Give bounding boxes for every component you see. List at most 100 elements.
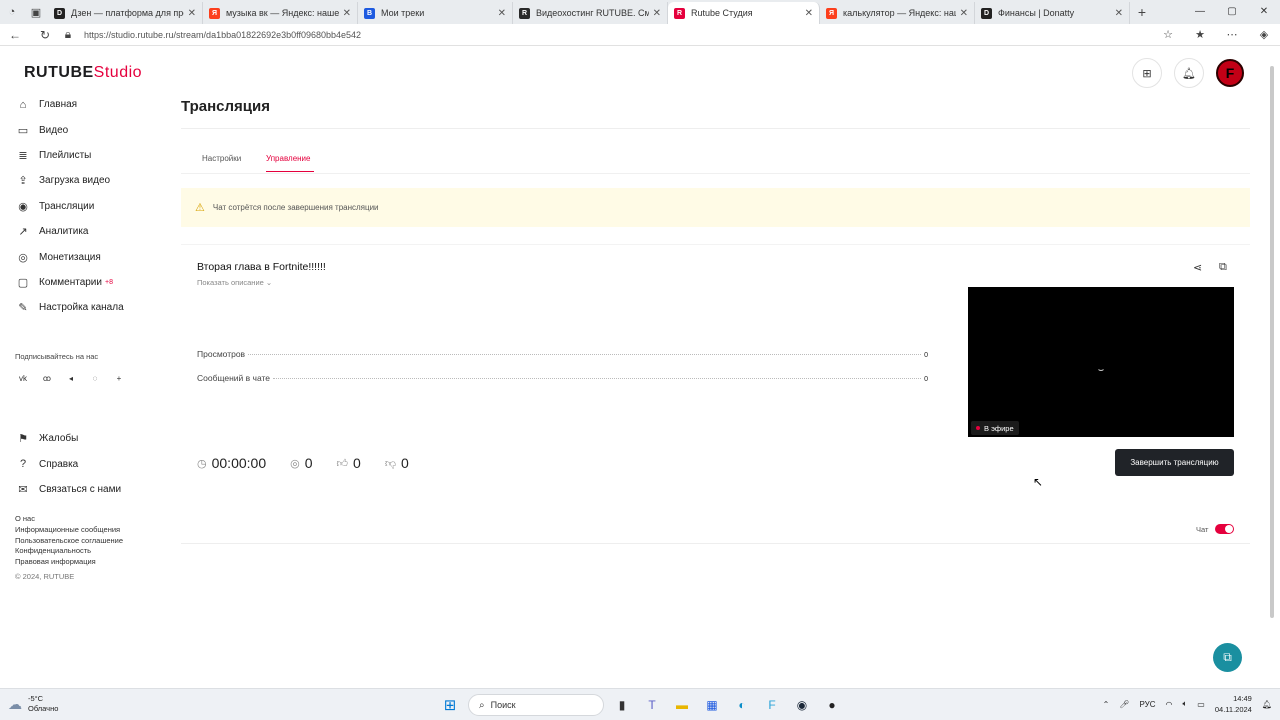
add-content-button[interactable]: ⊞ [1132,58,1162,88]
address-bar: ← ↻ 🔒︎ https://studio.rutube.ru/stream/d… [0,24,1280,46]
sidebar-item[interactable]: ? Справка [0,451,150,476]
sidebar-item[interactable]: ⇪ Загрузка видео [0,168,150,193]
ok-icon[interactable]: ꝏ [39,372,55,386]
teams-icon[interactable]: T [640,693,664,717]
show-description-toggle[interactable]: Показать описание ⌄ [197,278,272,287]
browser-tab[interactable]: D Дзен — платформа для просм... ✕ [48,2,203,24]
end-stream-button[interactable]: Завершить трансляцию [1115,449,1234,476]
scrollbar[interactable] [1268,48,1276,688]
chat-toggle[interactable] [1215,524,1234,534]
footer-links: О нас Информационные сообщения Пользовател… [15,514,123,583]
social-links: vk ꝏ ◂ ◌ + [15,372,127,386]
vk-icon[interactable]: vk [15,372,31,386]
file-explorer-icon[interactable]: ▬ [670,693,694,717]
sidebar-item[interactable]: ⚑ Жалобы [0,426,150,451]
support-icon: ⧉ [1223,650,1232,664]
telegram-icon[interactable]: ◂ [63,372,79,386]
sidebar-item[interactable]: ▢ Комментарии +8 [0,270,150,295]
close-tab-icon[interactable]: ✕ [498,8,506,19]
sidebar-item[interactable]: ◉ Трансляции [0,194,150,219]
warning-banner: ⚠ Чат сотрётся после завершения трансляц… [181,188,1250,227]
rutube-studio-logo[interactable]: RUTUBEStudio [24,64,142,82]
taskbar-search[interactable]: ⌕ Поиск [468,694,604,716]
plus-icon[interactable]: + [111,372,127,386]
sidebar-item[interactable]: ◎ Монетизация [0,244,150,269]
edge-icon[interactable]: ◐ [730,693,754,717]
chevron-up-icon[interactable]: ⌃ [1103,700,1110,709]
back-icon[interactable]: ← [0,28,30,42]
sidebar-item[interactable]: ≣ Плейлисты [0,143,150,168]
profile-icon[interactable]: ◔ [0,0,24,24]
close-tab-icon[interactable]: ✕ [653,8,661,19]
refresh-icon[interactable]: ↻ [30,28,60,42]
windows-start-icon[interactable]: ⊞ [438,693,462,717]
chat-card: Чат [181,508,1250,688]
tab-title: Дзен — платформа для просм... [71,8,184,18]
footer-link[interactable]: О нас [15,514,123,525]
footer-link[interactable]: Правовая информация [15,557,123,568]
notifications-tray-icon[interactable]: 🔔︎ [1262,700,1272,709]
browser-tab[interactable]: Якалькулятор — Яндекс: нашло... ✕ [820,2,975,24]
open-external-icon[interactable]: ⧉ [1219,261,1227,274]
sidebar-item-label: Аналитика [39,226,89,238]
maximize-icon[interactable]: ▢ [1216,0,1248,24]
steam-icon[interactable]: ◉ [790,693,814,717]
viber-icon[interactable]: ◌ [87,372,103,386]
app-f-icon[interactable]: F [760,693,784,717]
wifi-icon[interactable]: ◠ [1166,700,1173,709]
weather-widget[interactable]: ☁ -5°C Облачно [8,694,58,714]
sidebar-item[interactable]: ✉ Связаться с нами [0,477,150,502]
avatar[interactable]: F [1216,59,1244,87]
support-chat-button[interactable]: ⧉ [1213,643,1242,672]
volume-icon[interactable]: 🔈︎ [1182,699,1187,709]
favorite-star-icon[interactable]: ☆ [1152,28,1184,41]
live-badge: В эфире [971,421,1019,435]
language-indicator[interactable]: РУС [1139,700,1155,709]
flag-icon: ⚑ [18,433,28,446]
battery-icon[interactable]: ▭ [1197,700,1205,709]
microphone-icon[interactable]: 🎤︎ [1119,700,1129,709]
stream-metrics: ◷ 00:00:00 ◎ 0 👍︎ 0 👎︎ 0 [197,455,433,471]
obs-icon[interactable]: ● [820,693,844,717]
lock-icon[interactable]: 🔒︎ [60,27,76,42]
sidebar-item[interactable]: ↗ Аналитика [0,219,150,244]
sidebar-item[interactable]: ⌂ Главная [0,92,150,117]
browser-tabbar: ◔ ▣ DДзен — платформа для просм...✕Ямузы… [0,0,1280,24]
notifications-button[interactable]: 🔔︎ [1174,58,1204,88]
browser-tab[interactable]: B Мои треки ✕ [358,2,513,24]
close-window-icon[interactable]: ✕ [1248,0,1280,24]
close-tab-icon[interactable]: ✕ [343,8,351,19]
close-tab-icon[interactable]: ✕ [805,8,813,19]
clock[interactable]: 14:49 04.11.2024 [1215,693,1252,715]
url-field[interactable]: https://studio.rutube.ru/stream/da1bba01… [84,30,1152,40]
share-icon[interactable]: ⋖ [1193,261,1202,274]
video-player[interactable]: В эфире [968,287,1234,437]
tab-title: Видеохостинг RUTUBE. Смотри... [536,8,649,18]
footer-link[interactable]: Конфиденциальность [15,546,123,557]
browser-tab[interactable]: Ямузыка вк — Яндекс: нашелся... ✕ [203,2,358,24]
store-icon[interactable]: ▦ [700,693,724,717]
new-tab-button[interactable]: + [1130,4,1154,20]
close-tab-icon[interactable]: ✕ [188,8,196,19]
tab-settings[interactable]: Настройки [202,154,241,163]
footer-link[interactable]: Информационные сообщения [15,525,123,536]
browser-tab[interactable]: D Финансы | Donatty ✕ [975,2,1130,24]
comments-badge: +8 [104,278,113,286]
sidebar-item[interactable]: ✎ Настройка канала [0,295,150,320]
close-tab-icon[interactable]: ✕ [960,8,968,19]
close-tab-icon[interactable]: ✕ [1115,8,1123,19]
copilot-icon[interactable]: ◈ [1248,28,1280,41]
sidebar-item-label: Жалобы [39,433,79,445]
sidebar-item[interactable]: ▭ Видео [0,117,150,142]
favorites-icon[interactable]: ★ [1184,28,1216,41]
sidebar-item-label: Плейлисты [39,149,92,161]
browser-tab[interactable]: R Видеохостинг RUTUBE. Смотри... ✕ [513,2,668,24]
task-view-icon[interactable]: ▮ [610,693,634,717]
broadcast-icon: ◉ [18,200,28,213]
menu-icon[interactable]: ⋯ [1216,28,1248,41]
footer-link[interactable]: Пользовательское соглашение [15,536,123,547]
tab-management[interactable]: Управление [266,154,310,163]
browser-tab[interactable]: R Rutube Студия ✕ [668,2,820,24]
workspaces-icon[interactable]: ▣ [24,0,48,24]
minimize-icon[interactable]: — [1184,0,1216,24]
